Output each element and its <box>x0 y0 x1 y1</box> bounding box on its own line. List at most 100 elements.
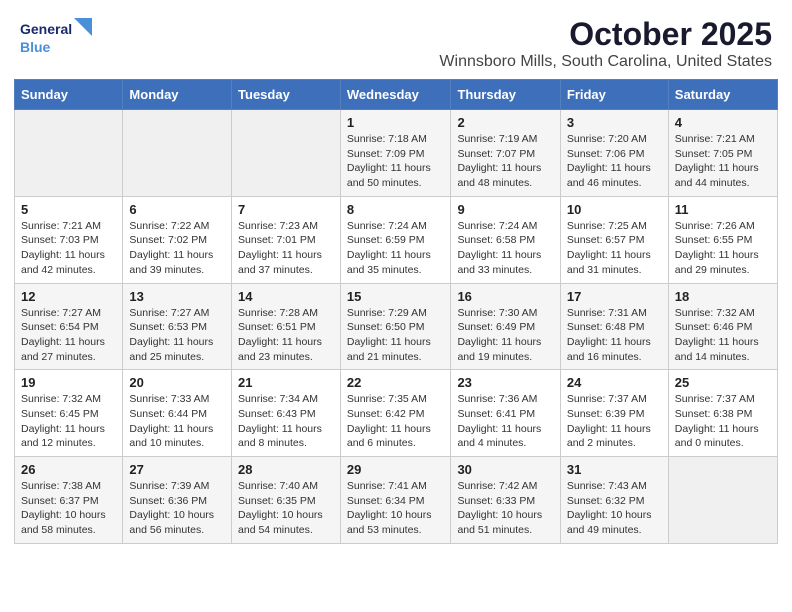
calendar-cell: 22Sunrise: 7:35 AM Sunset: 6:42 PM Dayli… <box>340 370 451 457</box>
weekday-header: Sunday <box>15 80 123 110</box>
calendar-row: 12Sunrise: 7:27 AM Sunset: 6:54 PM Dayli… <box>15 283 778 370</box>
calendar-cell <box>123 110 232 197</box>
day-info: Sunrise: 7:21 AM Sunset: 7:03 PM Dayligh… <box>21 219 116 278</box>
day-number: 29 <box>347 462 445 477</box>
day-info: Sunrise: 7:39 AM Sunset: 6:36 PM Dayligh… <box>129 479 225 538</box>
day-number: 1 <box>347 115 445 130</box>
day-number: 7 <box>238 202 334 217</box>
calendar-cell: 25 Sunrise: 7:37 AM Sunset: 6:38 PM Dayli… <box>668 370 777 457</box>
calendar-row: 5 Sunrise: 7:21 AM Sunset: 7:03 PM Daylig… <box>15 196 778 283</box>
day-number: 25 <box>675 375 771 390</box>
calendar-cell: 3 Sunrise: 7:20 AM Sunset: 7:06 PM Daylig… <box>560 110 668 197</box>
calendar-row: 19 Sunrise: 7:32 AM Sunset: 6:45 PM Dayli… <box>15 370 778 457</box>
day-info: Sunrise: 7:33 AM Sunset: 6:44 PM Dayligh… <box>129 392 225 451</box>
calendar-cell <box>668 457 777 544</box>
calendar-wrapper: SundayMondayTuesdayWednesdayThursdayFrid… <box>0 79 792 558</box>
page-header: General Blue October 2025 Winnsboro Mill… <box>0 0 792 79</box>
day-info: Sunrise: 7:18 AM Sunset: 7:09 PM Dayligh… <box>347 132 445 191</box>
svg-text:General: General <box>20 21 72 37</box>
calendar-cell: 8 Sunrise: 7:24 AM Sunset: 6:59 PM Daylig… <box>340 196 451 283</box>
weekday-header: Friday <box>560 80 668 110</box>
day-info: Sunrise: 7:36 AM Sunset: 6:41 PM Dayligh… <box>457 392 553 451</box>
calendar-cell: 31Sunrise: 7:43 AM Sunset: 6:32 PM Dayli… <box>560 457 668 544</box>
calendar-cell <box>232 110 341 197</box>
day-number: 23 <box>457 375 553 390</box>
day-number: 3 <box>567 115 662 130</box>
calendar-cell: 24Sunrise: 7:37 AM Sunset: 6:39 PM Dayli… <box>560 370 668 457</box>
day-number: 5 <box>21 202 116 217</box>
weekday-header-row: SundayMondayTuesdayWednesdayThursdayFrid… <box>15 80 778 110</box>
calendar-cell: 5 Sunrise: 7:21 AM Sunset: 7:03 PM Daylig… <box>15 196 123 283</box>
day-info: Sunrise: 7:42 AM Sunset: 6:33 PM Dayligh… <box>457 479 553 538</box>
calendar-cell: 14 Sunrise: 7:28 AM Sunset: 6:51 PM Dayli… <box>232 283 341 370</box>
calendar-cell: 19 Sunrise: 7:32 AM Sunset: 6:45 PM Dayli… <box>15 370 123 457</box>
month-title: October 2025 <box>439 16 772 53</box>
day-number: 12 <box>21 289 116 304</box>
day-info: Sunrise: 7:23 AM Sunset: 7:01 PM Dayligh… <box>238 219 334 278</box>
day-number: 20 <box>129 375 225 390</box>
day-number: 13 <box>129 289 225 304</box>
day-number: 9 <box>457 202 553 217</box>
day-number: 27 <box>129 462 225 477</box>
calendar-cell: 29Sunrise: 7:41 AM Sunset: 6:34 PM Dayli… <box>340 457 451 544</box>
location-title: Winnsboro Mills, South Carolina, United … <box>439 53 772 71</box>
day-info: Sunrise: 7:37 AM Sunset: 6:38 PM Dayligh… <box>675 392 771 451</box>
calendar-row: 1 Sunrise: 7:18 AM Sunset: 7:09 PM Daylig… <box>15 110 778 197</box>
logo-icon: General Blue <box>20 16 100 60</box>
day-number: 30 <box>457 462 553 477</box>
day-number: 16 <box>457 289 553 304</box>
calendar-cell: 28Sunrise: 7:40 AM Sunset: 6:35 PM Dayli… <box>232 457 341 544</box>
weekday-header: Saturday <box>668 80 777 110</box>
calendar-cell: 27 Sunrise: 7:39 AM Sunset: 6:36 PM Dayli… <box>123 457 232 544</box>
day-number: 31 <box>567 462 662 477</box>
day-number: 11 <box>675 202 771 217</box>
calendar-cell: 6Sunrise: 7:22 AM Sunset: 7:02 PM Daylig… <box>123 196 232 283</box>
weekday-header: Tuesday <box>232 80 341 110</box>
calendar-cell: 17Sunrise: 7:31 AM Sunset: 6:48 PM Dayli… <box>560 283 668 370</box>
svg-text:Blue: Blue <box>20 39 51 55</box>
calendar-row: 26Sunrise: 7:38 AM Sunset: 6:37 PM Dayli… <box>15 457 778 544</box>
day-info: Sunrise: 7:24 AM Sunset: 6:58 PM Dayligh… <box>457 219 553 278</box>
day-info: Sunrise: 7:24 AM Sunset: 6:59 PM Dayligh… <box>347 219 445 278</box>
day-number: 24 <box>567 375 662 390</box>
day-info: Sunrise: 7:22 AM Sunset: 7:02 PM Dayligh… <box>129 219 225 278</box>
day-number: 28 <box>238 462 334 477</box>
day-number: 8 <box>347 202 445 217</box>
day-info: Sunrise: 7:28 AM Sunset: 6:51 PM Dayligh… <box>238 306 334 365</box>
calendar-cell: 4 Sunrise: 7:21 AM Sunset: 7:05 PM Daylig… <box>668 110 777 197</box>
calendar-cell: 30 Sunrise: 7:42 AM Sunset: 6:33 PM Dayli… <box>451 457 560 544</box>
day-number: 15 <box>347 289 445 304</box>
day-info: Sunrise: 7:32 AM Sunset: 6:45 PM Dayligh… <box>21 392 116 451</box>
calendar-cell: 11 Sunrise: 7:26 AM Sunset: 6:55 PM Dayli… <box>668 196 777 283</box>
day-number: 2 <box>457 115 553 130</box>
calendar-cell: 1 Sunrise: 7:18 AM Sunset: 7:09 PM Daylig… <box>340 110 451 197</box>
calendar-cell: 7 Sunrise: 7:23 AM Sunset: 7:01 PM Daylig… <box>232 196 341 283</box>
day-number: 4 <box>675 115 771 130</box>
weekday-header: Thursday <box>451 80 560 110</box>
day-info: Sunrise: 7:21 AM Sunset: 7:05 PM Dayligh… <box>675 132 771 191</box>
calendar-cell: 26Sunrise: 7:38 AM Sunset: 6:37 PM Dayli… <box>15 457 123 544</box>
day-number: 14 <box>238 289 334 304</box>
day-info: Sunrise: 7:29 AM Sunset: 6:50 PM Dayligh… <box>347 306 445 365</box>
calendar-cell: 18 Sunrise: 7:32 AM Sunset: 6:46 PM Dayli… <box>668 283 777 370</box>
day-info: Sunrise: 7:32 AM Sunset: 6:46 PM Dayligh… <box>675 306 771 365</box>
calendar-cell <box>15 110 123 197</box>
calendar-cell: 20 Sunrise: 7:33 AM Sunset: 6:44 PM Dayli… <box>123 370 232 457</box>
day-info: Sunrise: 7:34 AM Sunset: 6:43 PM Dayligh… <box>238 392 334 451</box>
day-info: Sunrise: 7:30 AM Sunset: 6:49 PM Dayligh… <box>457 306 553 365</box>
calendar-cell: 15 Sunrise: 7:29 AM Sunset: 6:50 PM Dayli… <box>340 283 451 370</box>
day-info: Sunrise: 7:26 AM Sunset: 6:55 PM Dayligh… <box>675 219 771 278</box>
calendar-cell: 13 Sunrise: 7:27 AM Sunset: 6:53 PM Dayli… <box>123 283 232 370</box>
day-info: Sunrise: 7:19 AM Sunset: 7:07 PM Dayligh… <box>457 132 553 191</box>
calendar-table: SundayMondayTuesdayWednesdayThursdayFrid… <box>14 79 778 544</box>
calendar-cell: 2 Sunrise: 7:19 AM Sunset: 7:07 PM Daylig… <box>451 110 560 197</box>
day-info: Sunrise: 7:20 AM Sunset: 7:06 PM Dayligh… <box>567 132 662 191</box>
calendar-cell: 10Sunrise: 7:25 AM Sunset: 6:57 PM Dayli… <box>560 196 668 283</box>
day-info: Sunrise: 7:27 AM Sunset: 6:53 PM Dayligh… <box>129 306 225 365</box>
day-info: Sunrise: 7:31 AM Sunset: 6:48 PM Dayligh… <box>567 306 662 365</box>
day-number: 10 <box>567 202 662 217</box>
day-number: 19 <box>21 375 116 390</box>
day-number: 18 <box>675 289 771 304</box>
logo: General Blue <box>20 16 100 60</box>
calendar-cell: 21Sunrise: 7:34 AM Sunset: 6:43 PM Dayli… <box>232 370 341 457</box>
